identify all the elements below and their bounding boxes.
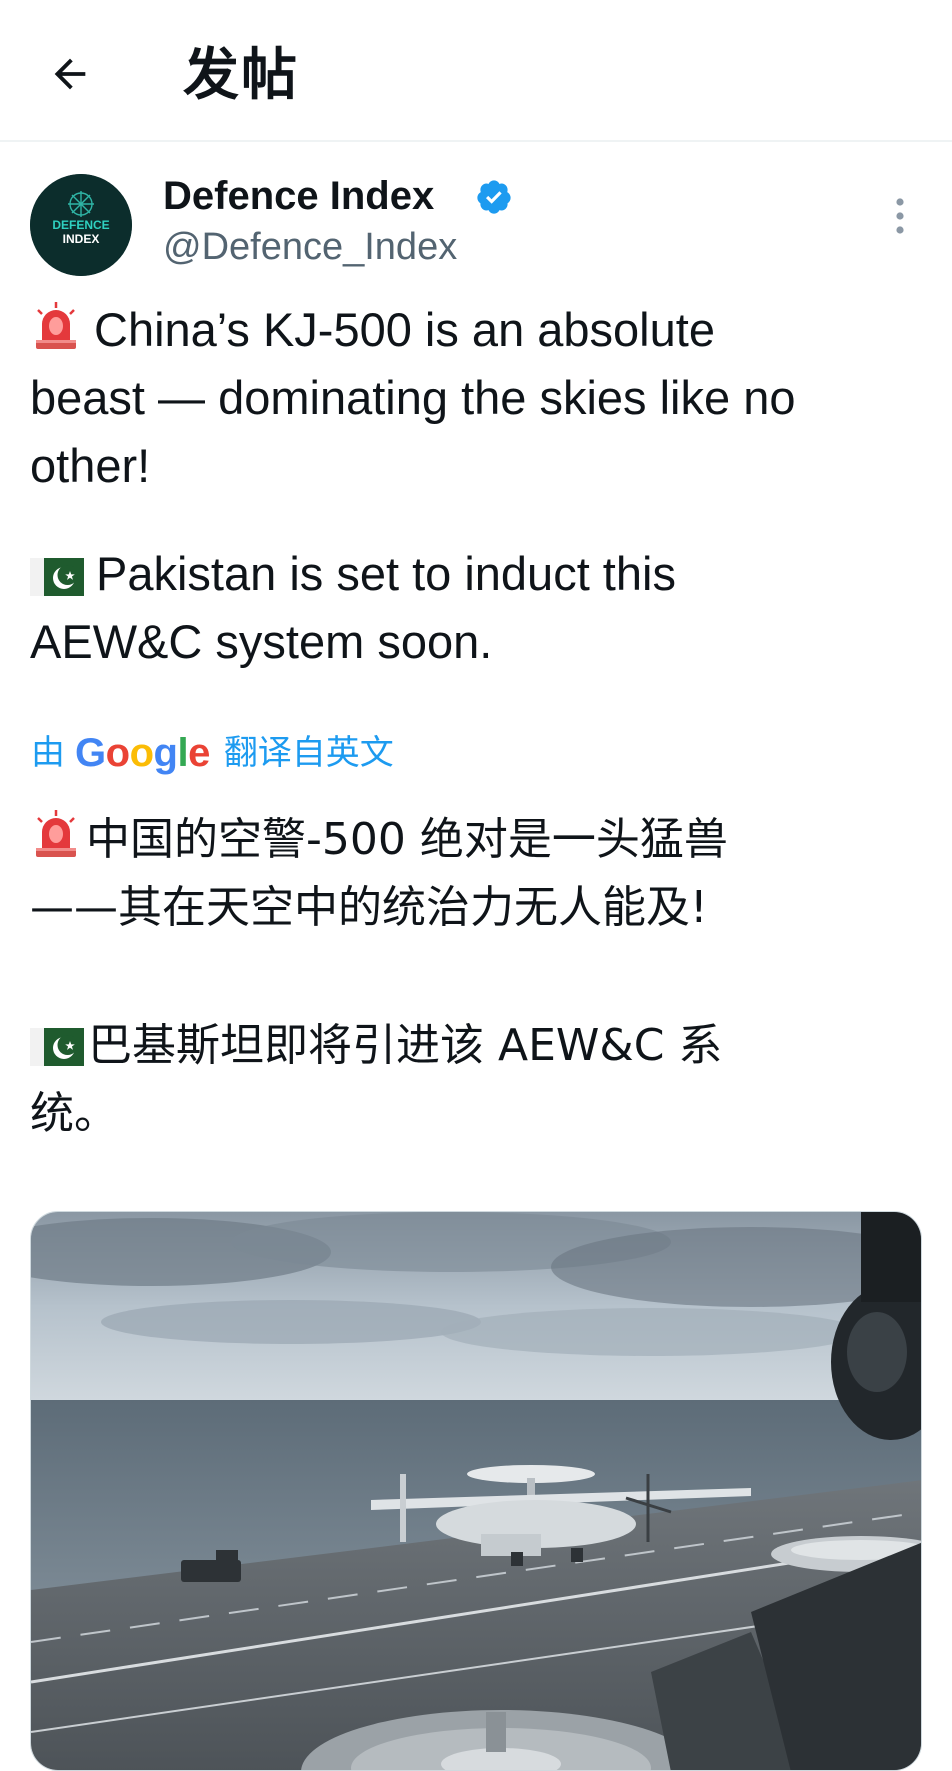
post-text-line-3: other! xyxy=(30,439,151,492)
post-text-line-1: China’s KJ-500 is an absolute xyxy=(94,303,715,356)
post-text-original: China’s KJ-500 is an absolute beast — do… xyxy=(30,296,930,500)
post-text-translated: 中国的空警-500 绝对是一头猛兽 ——其在天空中的统治力无人能及! xyxy=(30,806,930,942)
top-bar: 发帖 xyxy=(0,0,952,142)
pakistan-flag-icon xyxy=(30,558,84,596)
pakistan-flag-icon xyxy=(30,1028,84,1066)
page-title: 发帖 xyxy=(183,43,299,108)
post-text-line-4: Pakistan is set to induct this xyxy=(96,547,676,600)
post-line: 中国的空警-500 绝对是一头猛兽 xyxy=(30,806,930,874)
translated-line-3: 巴基斯坦即将引进该 AEW&C 系 xyxy=(88,1020,723,1071)
siren-icon xyxy=(36,810,76,857)
translation-prefix: 由 xyxy=(31,733,65,773)
arrow-left-icon xyxy=(54,58,86,90)
avatar[interactable]: DEFENCE INDEX xyxy=(30,174,132,276)
post-text-translated-2: 巴基斯坦即将引进该 AEW&C 系 统。 xyxy=(30,1012,930,1148)
avatar-text-2: INDEX xyxy=(63,232,100,246)
defence-index-logo-icon: DEFENCE INDEX xyxy=(30,174,132,276)
translated-line-1: 中国的空警-500 绝对是一头猛兽 xyxy=(86,814,728,865)
aircraft-carrier-scene-image xyxy=(31,1212,921,1770)
translation-suffix: 翻译自英文 xyxy=(223,733,394,773)
post-text-line-5: AEW&C system soon. xyxy=(30,615,493,668)
verified-badge-icon xyxy=(477,180,511,214)
translation-attribution[interactable]: 由 Google 翻译自英文 xyxy=(31,728,394,778)
back-button[interactable] xyxy=(40,44,100,104)
post-line: 巴基斯坦即将引进该 AEW&C 系 xyxy=(30,1012,930,1080)
post-text-original-2: Pakistan is set to induct this AEW&C sys… xyxy=(30,540,930,676)
author-handle[interactable]: @Defence_Index xyxy=(163,222,457,272)
more-vertical-icon[interactable] xyxy=(880,194,920,242)
avatar-text-1: DEFENCE xyxy=(52,218,109,232)
siren-icon xyxy=(36,302,76,349)
post-line: Pakistan is set to induct this xyxy=(30,540,930,608)
post-media[interactable] xyxy=(30,1211,922,1771)
post-text-line-2: beast — dominating the skies like no xyxy=(30,371,796,424)
translated-line-4: 统。 xyxy=(30,1088,118,1139)
author-name[interactable]: Defence Index xyxy=(163,170,434,222)
google-logo: Google xyxy=(75,731,210,775)
translated-line-2: ——其在天空中的统治力无人能及! xyxy=(30,882,708,933)
post-line: China’s KJ-500 is an absolute xyxy=(30,296,930,364)
